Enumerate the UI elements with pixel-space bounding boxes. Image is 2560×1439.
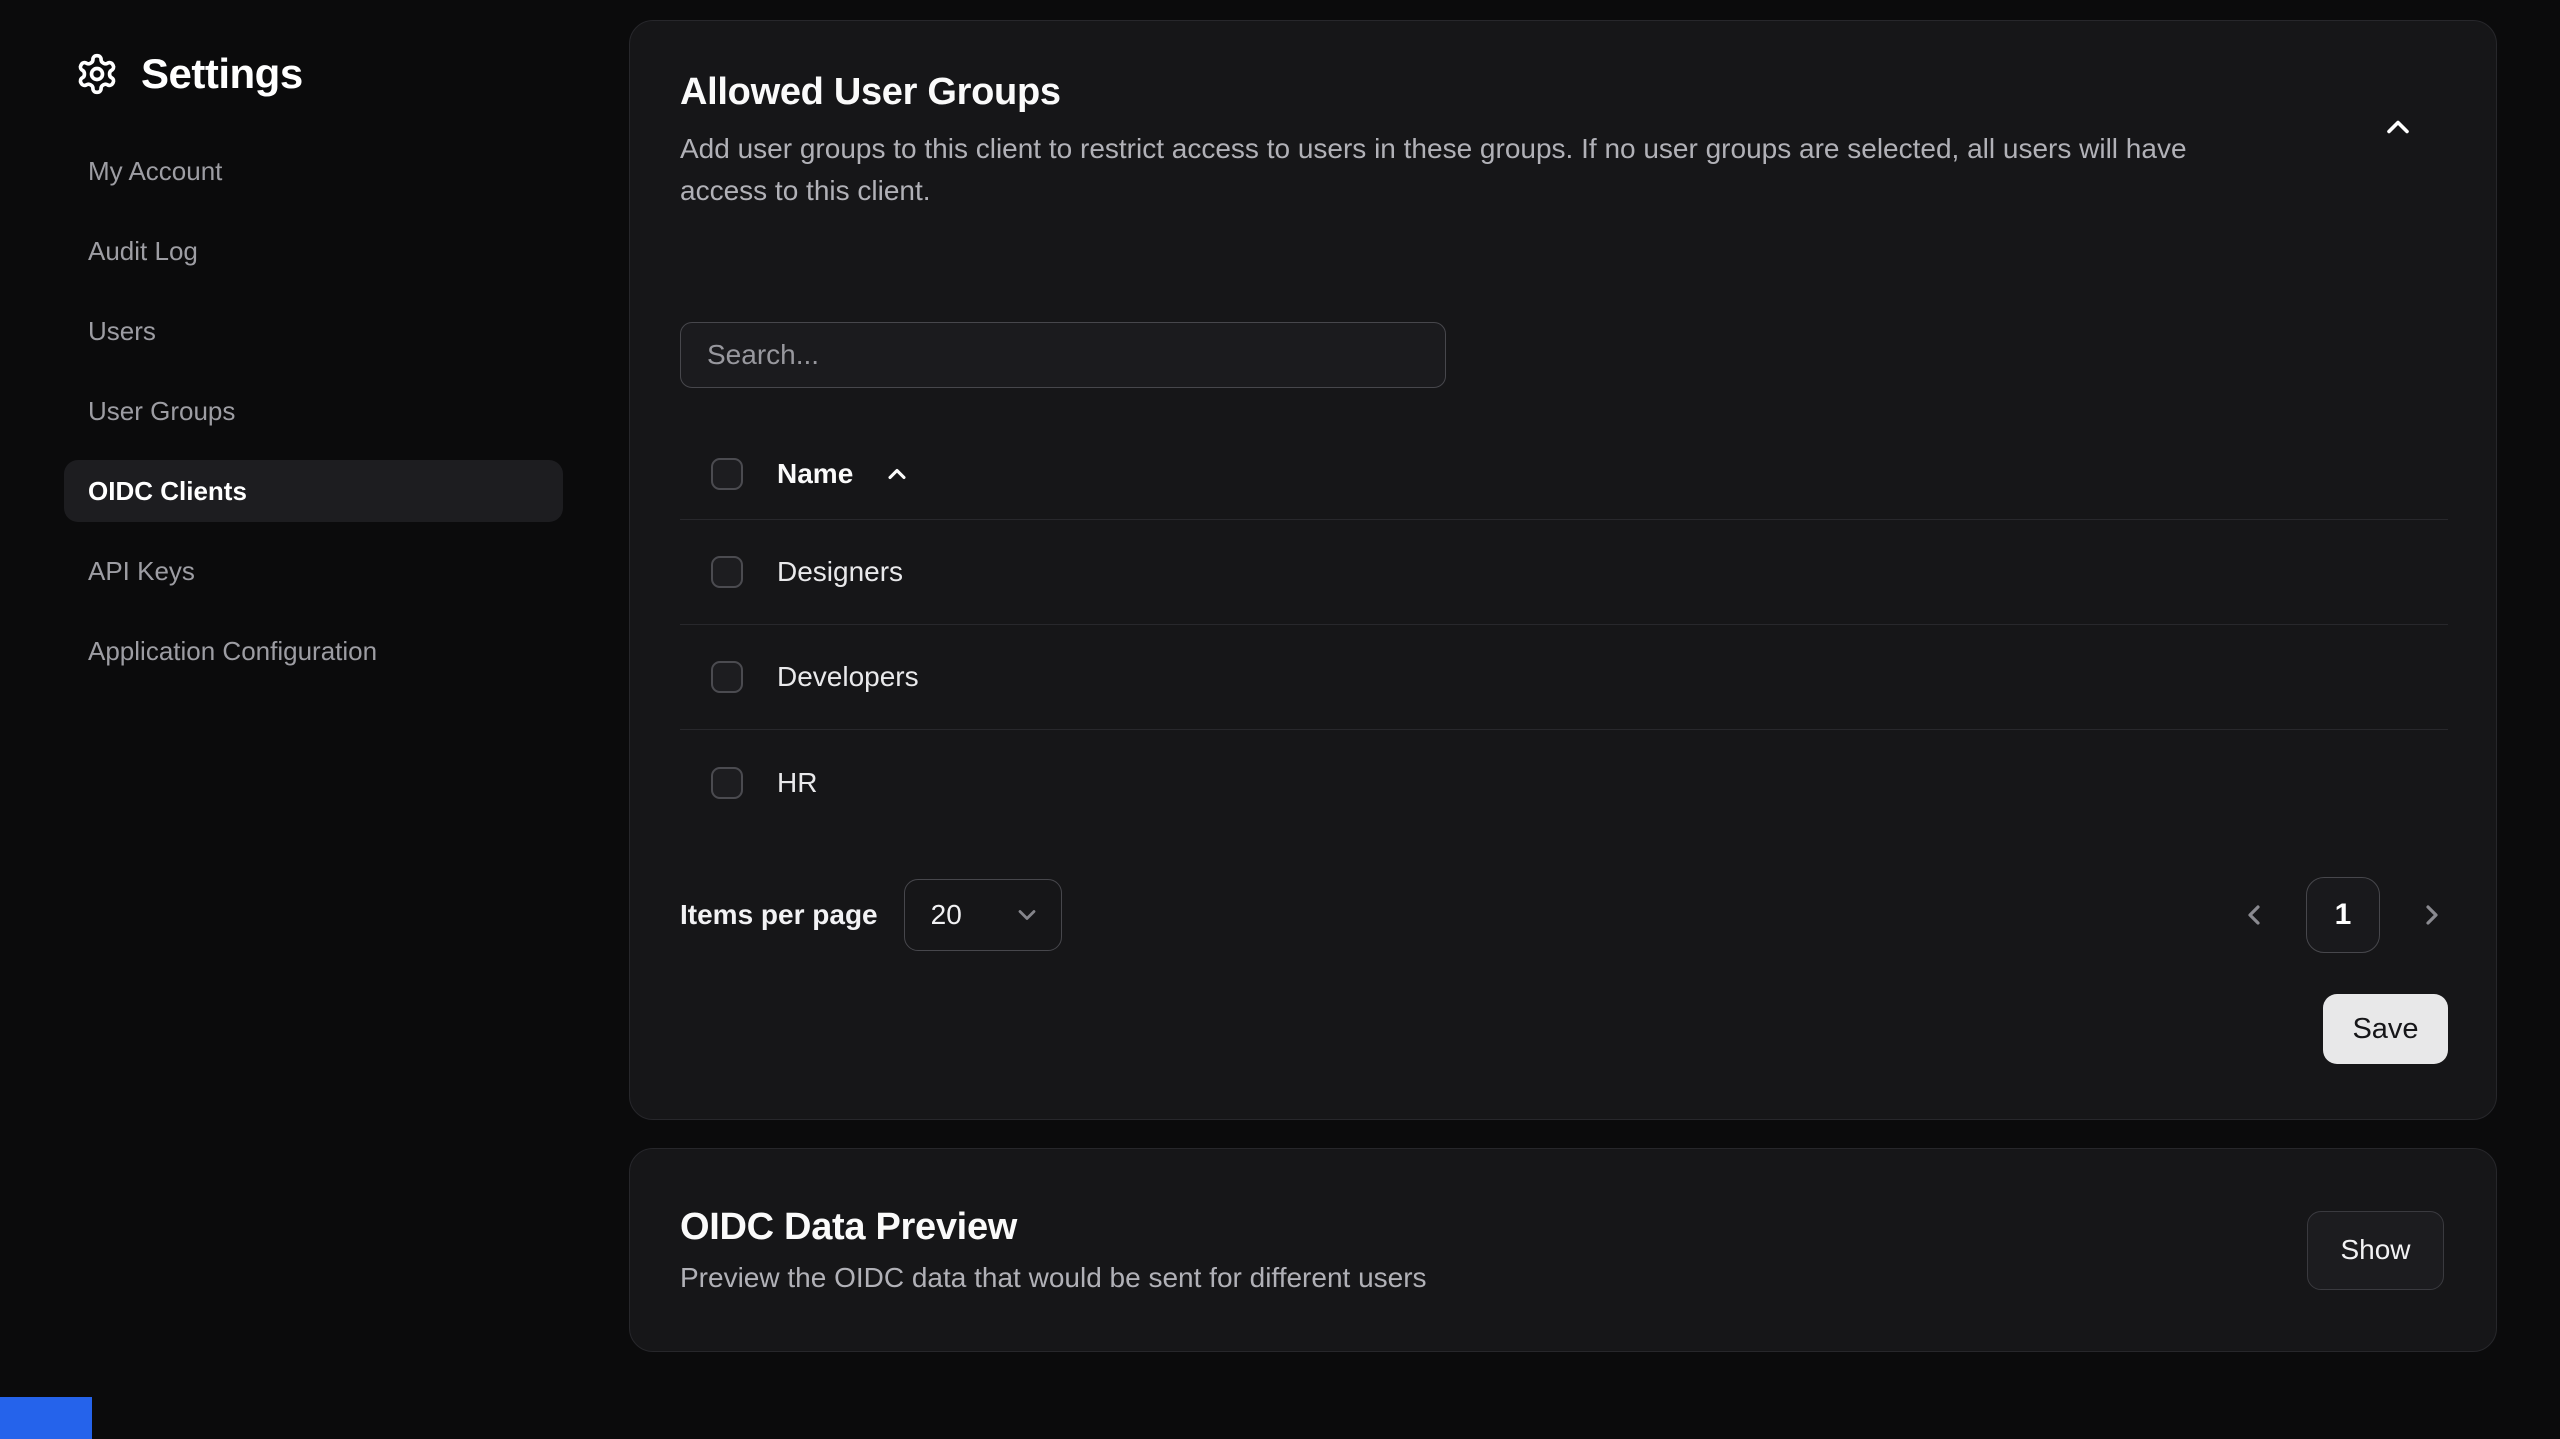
card-title: Allowed User Groups xyxy=(680,71,2270,114)
main-content: Allowed User Groups Add user groups to t… xyxy=(629,0,2560,1439)
sidebar-item-label: Users xyxy=(88,316,156,347)
row-checkbox-designers[interactable] xyxy=(711,556,743,588)
sidebar-item-label: Audit Log xyxy=(88,236,198,267)
bottom-left-blue-fragment xyxy=(0,1397,92,1439)
previous-page-button[interactable] xyxy=(2238,899,2270,931)
sidebar-item-label: API Keys xyxy=(88,556,195,587)
card-title: OIDC Data Preview xyxy=(680,1206,1427,1249)
table-footer: Items per page 20 1 xyxy=(680,879,2448,951)
table-row: HR xyxy=(680,730,2448,835)
card-description: Add user groups to this client to restri… xyxy=(680,128,2270,212)
row-checkbox-developers[interactable] xyxy=(711,661,743,693)
oidc-data-preview-card: OIDC Data Preview Preview the OIDC data … xyxy=(629,1148,2497,1352)
user-groups-table: Name Designers Developers xyxy=(680,428,2448,835)
sidebar-title: Settings xyxy=(141,50,303,98)
chevron-up-icon xyxy=(2380,109,2416,145)
sidebar-item-label: OIDC Clients xyxy=(88,476,247,507)
sidebar-item-my-account[interactable]: My Account xyxy=(64,140,563,202)
sidebar-item-oidc-clients[interactable]: OIDC Clients xyxy=(64,460,563,522)
allowed-user-groups-card: Allowed User Groups Add user groups to t… xyxy=(629,20,2497,1120)
save-button[interactable]: Save xyxy=(2323,994,2448,1064)
group-name: Designers xyxy=(777,556,903,588)
show-button[interactable]: Show xyxy=(2307,1211,2444,1290)
sidebar-nav: My Account Audit Log Users User Groups O… xyxy=(64,140,629,700)
next-page-button[interactable] xyxy=(2416,899,2448,931)
table-row: Developers xyxy=(680,625,2448,730)
column-header-name[interactable]: Name xyxy=(777,458,853,490)
row-checkbox-hr[interactable] xyxy=(711,767,743,799)
sidebar-item-audit-log[interactable]: Audit Log xyxy=(64,220,563,282)
select-all-checkbox[interactable] xyxy=(711,458,743,490)
sidebar-item-label: My Account xyxy=(88,156,222,187)
page-number-button[interactable]: 1 xyxy=(2306,877,2380,953)
search-input[interactable] xyxy=(680,322,1446,388)
card-head-text: Allowed User Groups Add user groups to t… xyxy=(680,71,2270,212)
items-per-page-value: 20 xyxy=(931,899,962,931)
sidebar-item-api-keys[interactable]: API Keys xyxy=(64,540,563,602)
chevron-down-icon xyxy=(1013,901,1041,929)
sidebar-item-users[interactable]: Users xyxy=(64,300,563,362)
sidebar-header: Settings xyxy=(64,50,629,98)
table-header-row: Name xyxy=(680,428,2448,520)
table-row: Designers xyxy=(680,520,2448,625)
sidebar-item-user-groups[interactable]: User Groups xyxy=(64,380,563,442)
chevron-left-icon xyxy=(2238,899,2270,931)
collapse-section-button[interactable] xyxy=(2380,109,2416,148)
items-per-page-label: Items per page xyxy=(680,899,878,931)
sidebar-item-label: User Groups xyxy=(88,396,235,427)
chevron-right-icon xyxy=(2416,899,2448,931)
settings-gear-icon xyxy=(75,52,119,96)
card-description: Preview the OIDC data that would be sent… xyxy=(680,1262,1427,1294)
settings-sidebar: Settings My Account Audit Log Users User… xyxy=(0,0,629,1439)
group-name: Developers xyxy=(777,661,919,693)
sidebar-item-application-configuration[interactable]: Application Configuration xyxy=(64,620,563,682)
group-name: HR xyxy=(777,767,817,799)
sidebar-item-label: Application Configuration xyxy=(88,636,377,667)
pagination: 1 xyxy=(2238,877,2448,953)
sort-ascending-icon[interactable] xyxy=(883,460,911,488)
card-head-text: OIDC Data Preview Preview the OIDC data … xyxy=(680,1206,1427,1294)
items-per-page-select[interactable]: 20 xyxy=(904,879,1062,951)
